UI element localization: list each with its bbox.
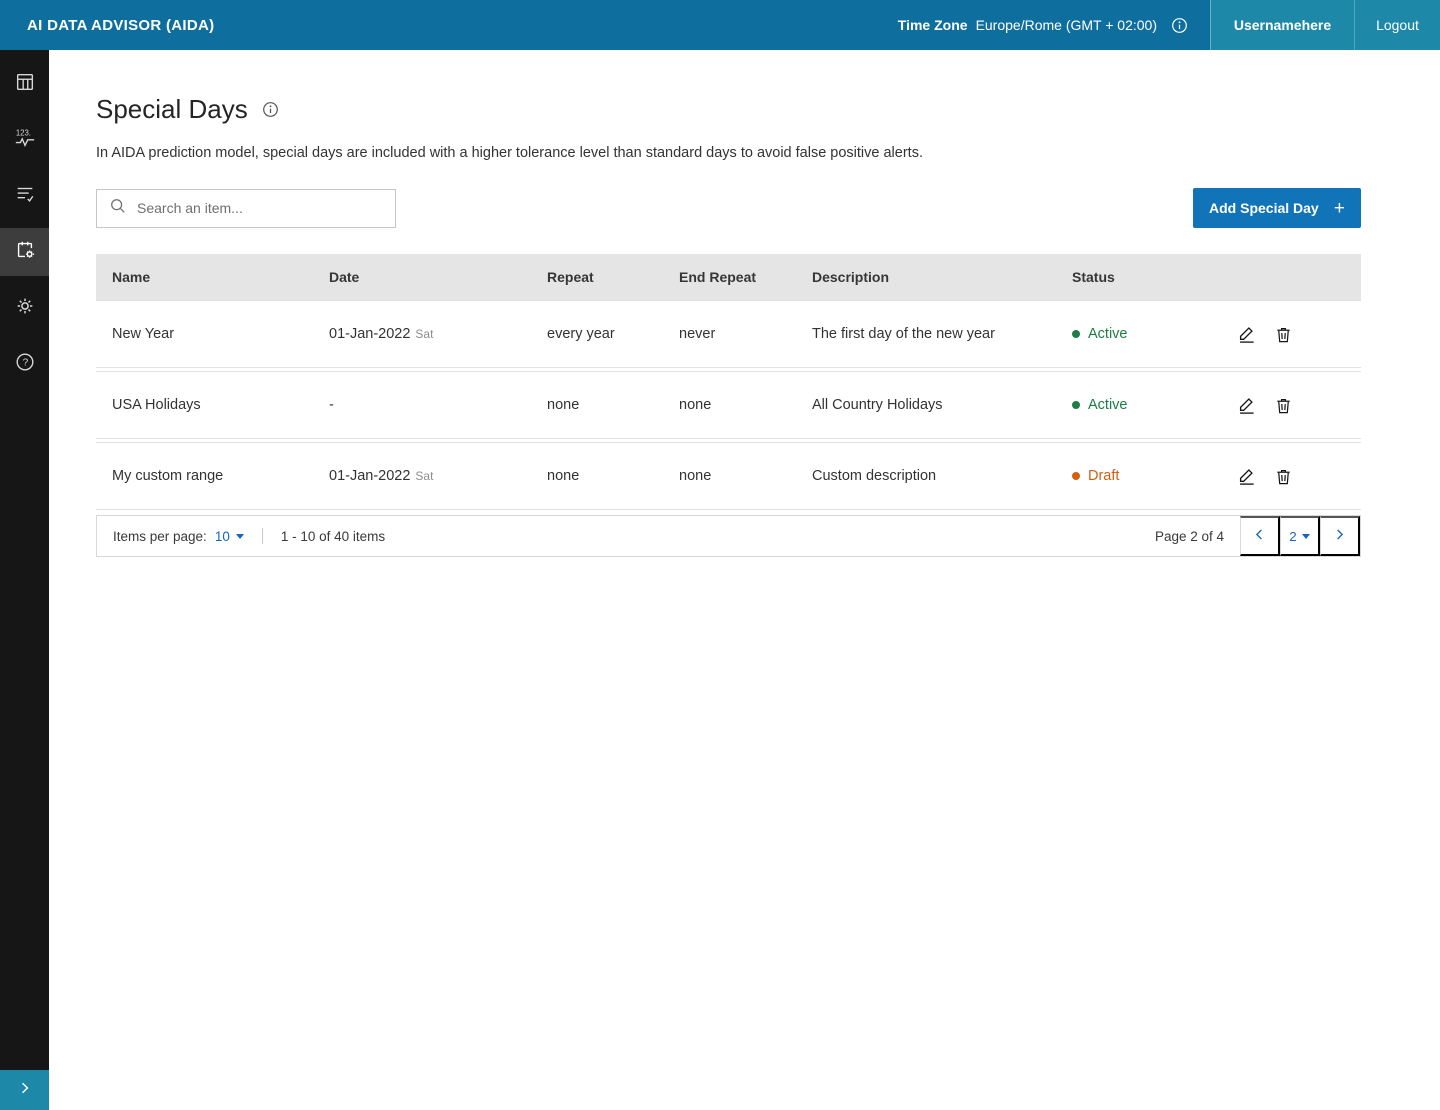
username-menu[interactable]: Usernamehere	[1211, 0, 1354, 50]
cell-description: The first day of the new year	[812, 326, 1072, 342]
delete-button[interactable]	[1274, 467, 1293, 486]
cell-end-repeat: none	[679, 468, 812, 484]
cell-end-repeat: never	[679, 326, 812, 342]
table-row: USA Holidays - none none All Country Hol…	[96, 371, 1361, 439]
page-description: In AIDA prediction model, special days a…	[96, 145, 1361, 161]
timezone-value: Europe/Rome (GMT + 02:00)	[976, 17, 1157, 33]
edit-button[interactable]	[1237, 325, 1256, 344]
cell-repeat: every year	[547, 326, 679, 342]
sidebar-item-list[interactable]	[0, 168, 49, 224]
cell-date: -	[329, 397, 547, 413]
column-header-date: Date	[329, 269, 547, 285]
timezone-group: Time Zone Europe/Rome (GMT + 02:00)	[898, 0, 1210, 50]
cell-repeat: none	[547, 397, 679, 413]
table-footer: Items per page: 10 1 - 10 of 40 items Pa…	[96, 515, 1361, 557]
status-dot	[1072, 330, 1080, 338]
column-header-status: Status	[1072, 269, 1237, 285]
delete-button[interactable]	[1274, 396, 1293, 415]
cell-description: Custom description	[812, 468, 1072, 484]
list-icon	[14, 183, 36, 210]
cell-name: New Year	[112, 326, 329, 342]
cell-day: Sat	[415, 469, 433, 483]
footer-divider	[262, 528, 263, 544]
status-badge: Active	[1072, 397, 1237, 413]
cell-name: My custom range	[112, 468, 329, 484]
help-icon: ?	[14, 351, 36, 378]
table-row: New Year 01-Jan-2022Sat every year never…	[96, 300, 1361, 368]
items-per-page-select[interactable]: 10	[215, 529, 244, 544]
sidebar-item-special-days[interactable]	[0, 228, 49, 276]
column-header-description: Description	[812, 269, 1072, 285]
svg-text:123.: 123.	[15, 128, 30, 137]
cell-description: All Country Holidays	[812, 397, 1072, 413]
data-table-icon	[14, 71, 36, 98]
edit-button[interactable]	[1237, 396, 1256, 415]
app-title: AI DATA ADVISOR (AIDA)	[27, 17, 214, 34]
sidebar: 123. ?	[0, 50, 49, 1110]
cell-name: USA Holidays	[112, 397, 329, 413]
logout-button[interactable]: Logout	[1354, 0, 1440, 50]
special-days-table: Name Date Repeat End Repeat Description …	[96, 254, 1361, 557]
add-special-day-button[interactable]: Add Special Day +	[1193, 188, 1361, 228]
items-range-text: 1 - 10 of 40 items	[281, 529, 385, 544]
delete-button[interactable]	[1274, 325, 1293, 344]
sidebar-item-data-table[interactable]	[0, 56, 49, 112]
cell-date: 01-Jan-2022Sat	[329, 468, 547, 484]
page-info-icon[interactable]	[262, 101, 279, 118]
chevron-right-icon	[1332, 527, 1347, 545]
timezone-label: Time Zone	[898, 17, 968, 33]
cell-day: Sat	[415, 327, 433, 341]
plus-icon: +	[1334, 199, 1345, 218]
numeric-pulse-icon: 123.	[14, 127, 36, 154]
status-badge: Active	[1072, 326, 1237, 342]
status-dot	[1072, 472, 1080, 480]
page-of-text: Page 2 of 4	[1155, 516, 1240, 556]
caret-down-icon	[236, 534, 244, 539]
page-select[interactable]: 2	[1280, 516, 1320, 556]
search-input[interactable]	[137, 200, 383, 216]
top-bar: AI DATA ADVISOR (AIDA) Time Zone Europe/…	[0, 0, 1440, 50]
sidebar-expand-button[interactable]	[0, 1070, 49, 1110]
settings-gear-icon	[14, 295, 36, 322]
chevron-left-icon	[1252, 527, 1267, 545]
status-badge: Draft	[1072, 468, 1237, 484]
sidebar-item-settings[interactable]	[0, 280, 49, 336]
next-page-button[interactable]	[1320, 516, 1360, 556]
svg-text:?: ?	[22, 357, 28, 368]
previous-page-button[interactable]	[1240, 516, 1280, 556]
main-content: Special Days In AIDA prediction model, s…	[49, 50, 1440, 1110]
sidebar-item-numeric-trend[interactable]: 123.	[0, 112, 49, 168]
chevron-right-icon	[17, 1080, 33, 1101]
user-section: Usernamehere Logout	[1210, 0, 1440, 50]
edit-button[interactable]	[1237, 467, 1256, 486]
special-days-calendar-icon	[14, 239, 36, 266]
sidebar-item-help[interactable]: ?	[0, 336, 49, 392]
items-per-page-label: Items per page:	[113, 529, 207, 544]
page-title: Special Days	[96, 94, 248, 125]
column-header-end-repeat: End Repeat	[679, 269, 812, 285]
column-header-name: Name	[112, 269, 329, 285]
cell-repeat: none	[547, 468, 679, 484]
cell-end-repeat: none	[679, 397, 812, 413]
table-row: My custom range 01-Jan-2022Sat none none…	[96, 442, 1361, 510]
search-box	[96, 189, 396, 228]
timezone-info-icon[interactable]	[1171, 17, 1188, 34]
search-icon	[109, 197, 127, 220]
caret-down-icon	[1302, 534, 1310, 539]
status-dot	[1072, 401, 1080, 409]
column-header-repeat: Repeat	[547, 269, 679, 285]
table-header: Name Date Repeat End Repeat Description …	[96, 254, 1361, 300]
cell-date: 01-Jan-2022Sat	[329, 326, 547, 342]
